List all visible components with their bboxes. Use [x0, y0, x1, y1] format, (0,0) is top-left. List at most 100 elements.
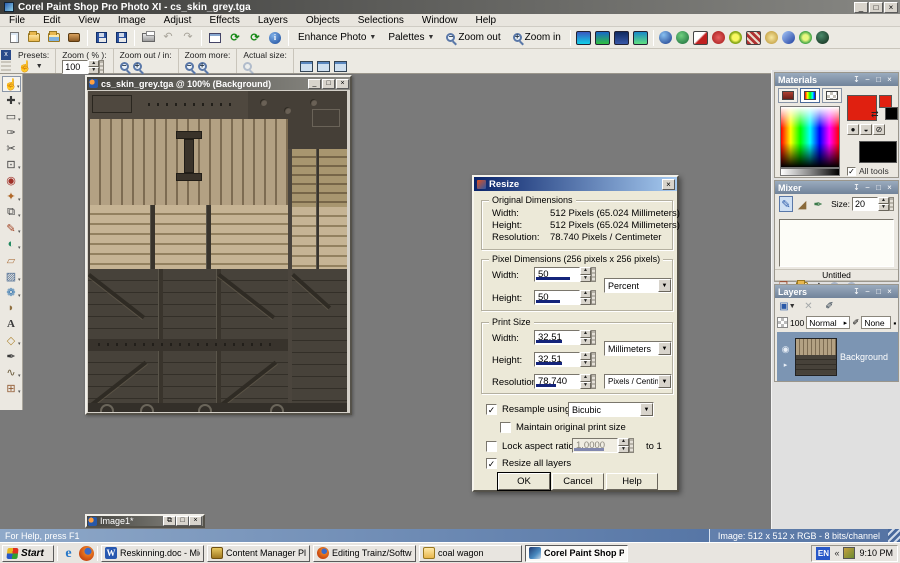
start-button[interactable]: Start — [2, 545, 54, 562]
menu-selections[interactable]: Selections — [349, 15, 413, 26]
warp-brush-tool[interactable]: ∿▾ — [2, 364, 21, 380]
background-eraser-tool[interactable]: ▨▾ — [2, 268, 21, 284]
presets-hand-icon[interactable]: ☝ — [18, 60, 32, 73]
help-button[interactable]: Help — [606, 473, 658, 490]
minimize-panel-icon[interactable]: − — [862, 287, 873, 296]
sunburst-icon[interactable] — [799, 31, 812, 44]
info-button[interactable]: i — [265, 29, 285, 47]
minimize-panel-icon[interactable]: − — [862, 183, 873, 192]
spin-up-icon[interactable]: ▲ — [88, 60, 99, 67]
browse-button[interactable] — [44, 29, 64, 47]
float-panel-icon[interactable]: □ — [873, 183, 884, 192]
print-resolution-field[interactable]: 78.740 ▲▼ — [534, 374, 596, 389]
delete-layer-button[interactable]: ✕ — [800, 299, 817, 313]
resample-method-dropdown[interactable]: Bicubic ▼ — [568, 402, 654, 417]
fg-gradient-style-button[interactable]: ◒ — [860, 124, 872, 135]
art-media-tool[interactable]: ◗ — [2, 300, 21, 316]
all-tools-checkbox[interactable]: ✓ — [847, 167, 856, 176]
full-screen-button[interactable] — [334, 61, 347, 72]
zoom-out-more-button[interactable]: − — [185, 62, 194, 71]
text-tool[interactable]: A — [2, 316, 21, 332]
pin-icon[interactable]: ↧ — [851, 183, 862, 192]
maintain-print-size-checkbox[interactable] — [500, 422, 511, 433]
mesh-warp-tool[interactable]: ⊞▾ — [2, 380, 21, 396]
ring-icon[interactable] — [729, 31, 742, 44]
background-mini-swatch[interactable] — [885, 107, 898, 120]
fit-window-button[interactable] — [317, 61, 330, 72]
task-browser-trainz[interactable]: Editing Trainz/Software ... — [313, 545, 416, 562]
close-button[interactable]: × — [189, 516, 202, 526]
spin-slider-handle[interactable] — [591, 267, 596, 282]
layer-visibility-icon[interactable]: ◉ — [782, 344, 790, 355]
red-eye-tool[interactable]: ◉ — [2, 172, 21, 188]
language-indicator[interactable]: EN — [816, 547, 830, 560]
pin-icon[interactable]: ↧ — [851, 287, 862, 296]
task-paint-shop-pro[interactable]: Corel Paint Shop Pro ... — [525, 545, 628, 562]
close-panel-icon[interactable]: × — [884, 287, 895, 296]
preset-shape-tool[interactable]: ◇▾ — [2, 332, 21, 348]
fit-image-button[interactable] — [300, 61, 313, 72]
lock-icon[interactable]: ▪ — [893, 318, 896, 328]
clone-brush-tool[interactable]: ⧉▾ — [2, 204, 21, 220]
flare-icon[interactable] — [765, 31, 778, 44]
dropdown-arrow-icon[interactable]: ▼ — [658, 375, 671, 388]
layer-row-background[interactable]: ◉ ▸ Background — [777, 332, 898, 381]
menu-effects[interactable]: Effects — [200, 15, 248, 26]
redo-button[interactable]: ↷ — [178, 29, 198, 47]
menu-adjust[interactable]: Adjust — [155, 15, 201, 26]
zoom-in-button[interactable]: + Zoom in — [507, 29, 567, 47]
tray-chevron-icon[interactable]: « — [834, 548, 839, 558]
close-button[interactable]: × — [884, 2, 898, 13]
new-layer-button[interactable]: ▣▼ — [779, 299, 796, 313]
tray-app-icon[interactable] — [843, 547, 855, 559]
blue-orb-icon[interactable] — [659, 31, 672, 44]
image-close-button[interactable]: × — [336, 79, 349, 89]
color-changer-tool[interactable]: ◐▾ — [2, 236, 21, 252]
zoom-out-once-button[interactable]: − — [120, 62, 129, 71]
spin-slider-handle[interactable] — [889, 197, 894, 211]
image-maximize-button[interactable]: □ — [322, 79, 335, 89]
spin-down-icon[interactable]: ▼ — [88, 67, 99, 74]
print-width-field[interactable]: 32.51 ▲▼ — [534, 330, 596, 345]
layer-opacity-value[interactable]: 100 — [790, 318, 804, 328]
image-window-title-bar[interactable]: cs_skin_grey.tga @ 100% (Background) _ □… — [87, 77, 350, 90]
resize-dialog-close-button[interactable]: × — [662, 179, 675, 190]
menu-window[interactable]: Window — [413, 15, 467, 26]
dropper-tool[interactable]: ✑ — [2, 124, 21, 140]
menu-help[interactable]: Help — [466, 15, 505, 26]
resize-grip[interactable] — [888, 529, 900, 542]
ok-button[interactable]: OK — [498, 473, 550, 490]
zoom-in-once-button[interactable]: + — [133, 62, 142, 71]
minimized-image-window[interactable]: Image1* ⧉ □ × — [85, 514, 205, 528]
menu-file[interactable]: File — [0, 15, 34, 26]
edit-selection-button[interactable]: ✐ — [821, 299, 838, 313]
pixel-unit-dropdown[interactable]: Percent ▼ — [604, 278, 672, 293]
zoom-in-more-button[interactable]: + — [198, 62, 207, 71]
restore-button[interactable]: ⧉ — [163, 516, 176, 526]
materials-swatches-tab[interactable] — [822, 88, 842, 103]
scan-button[interactable] — [64, 29, 84, 47]
menu-objects[interactable]: Objects — [297, 15, 349, 26]
float-panel-icon[interactable]: □ — [873, 287, 884, 296]
gem-icon[interactable] — [782, 31, 795, 44]
mixer-size-value[interactable]: 20 — [852, 197, 878, 211]
globe-icon[interactable] — [676, 31, 689, 44]
fg-color-style-button[interactable]: ● — [847, 124, 859, 135]
close-panel-icon[interactable]: × — [884, 75, 895, 84]
swap-colors-icon[interactable]: ⇄ — [871, 109, 879, 120]
fg-transparent-button[interactable]: ⊘ — [873, 124, 885, 135]
mixer-knife-tool[interactable]: ◢ — [795, 196, 809, 212]
new-file-button[interactable] — [4, 29, 24, 47]
open-button[interactable] — [24, 29, 44, 47]
minimize-panel-icon[interactable]: − — [862, 75, 873, 84]
makeover-tool[interactable]: ✦▾ — [2, 188, 21, 204]
pixel-width-field[interactable]: 50 ▲▼ — [534, 267, 596, 282]
crop-tool[interactable]: ✂ — [2, 140, 21, 156]
print-button[interactable] — [138, 29, 158, 47]
resize-all-layers-checkbox[interactable]: ✓ — [486, 458, 497, 469]
resolution-unit-dropdown[interactable]: Pixels / Centimeter ▼ — [604, 374, 672, 389]
pick-tool[interactable]: ⊡▾ — [2, 156, 21, 172]
mixer-pen-tool[interactable]: ✒ — [811, 196, 825, 212]
mixer-brush-tool[interactable]: ✎ — [779, 196, 793, 212]
sphere-icon[interactable] — [816, 31, 829, 44]
